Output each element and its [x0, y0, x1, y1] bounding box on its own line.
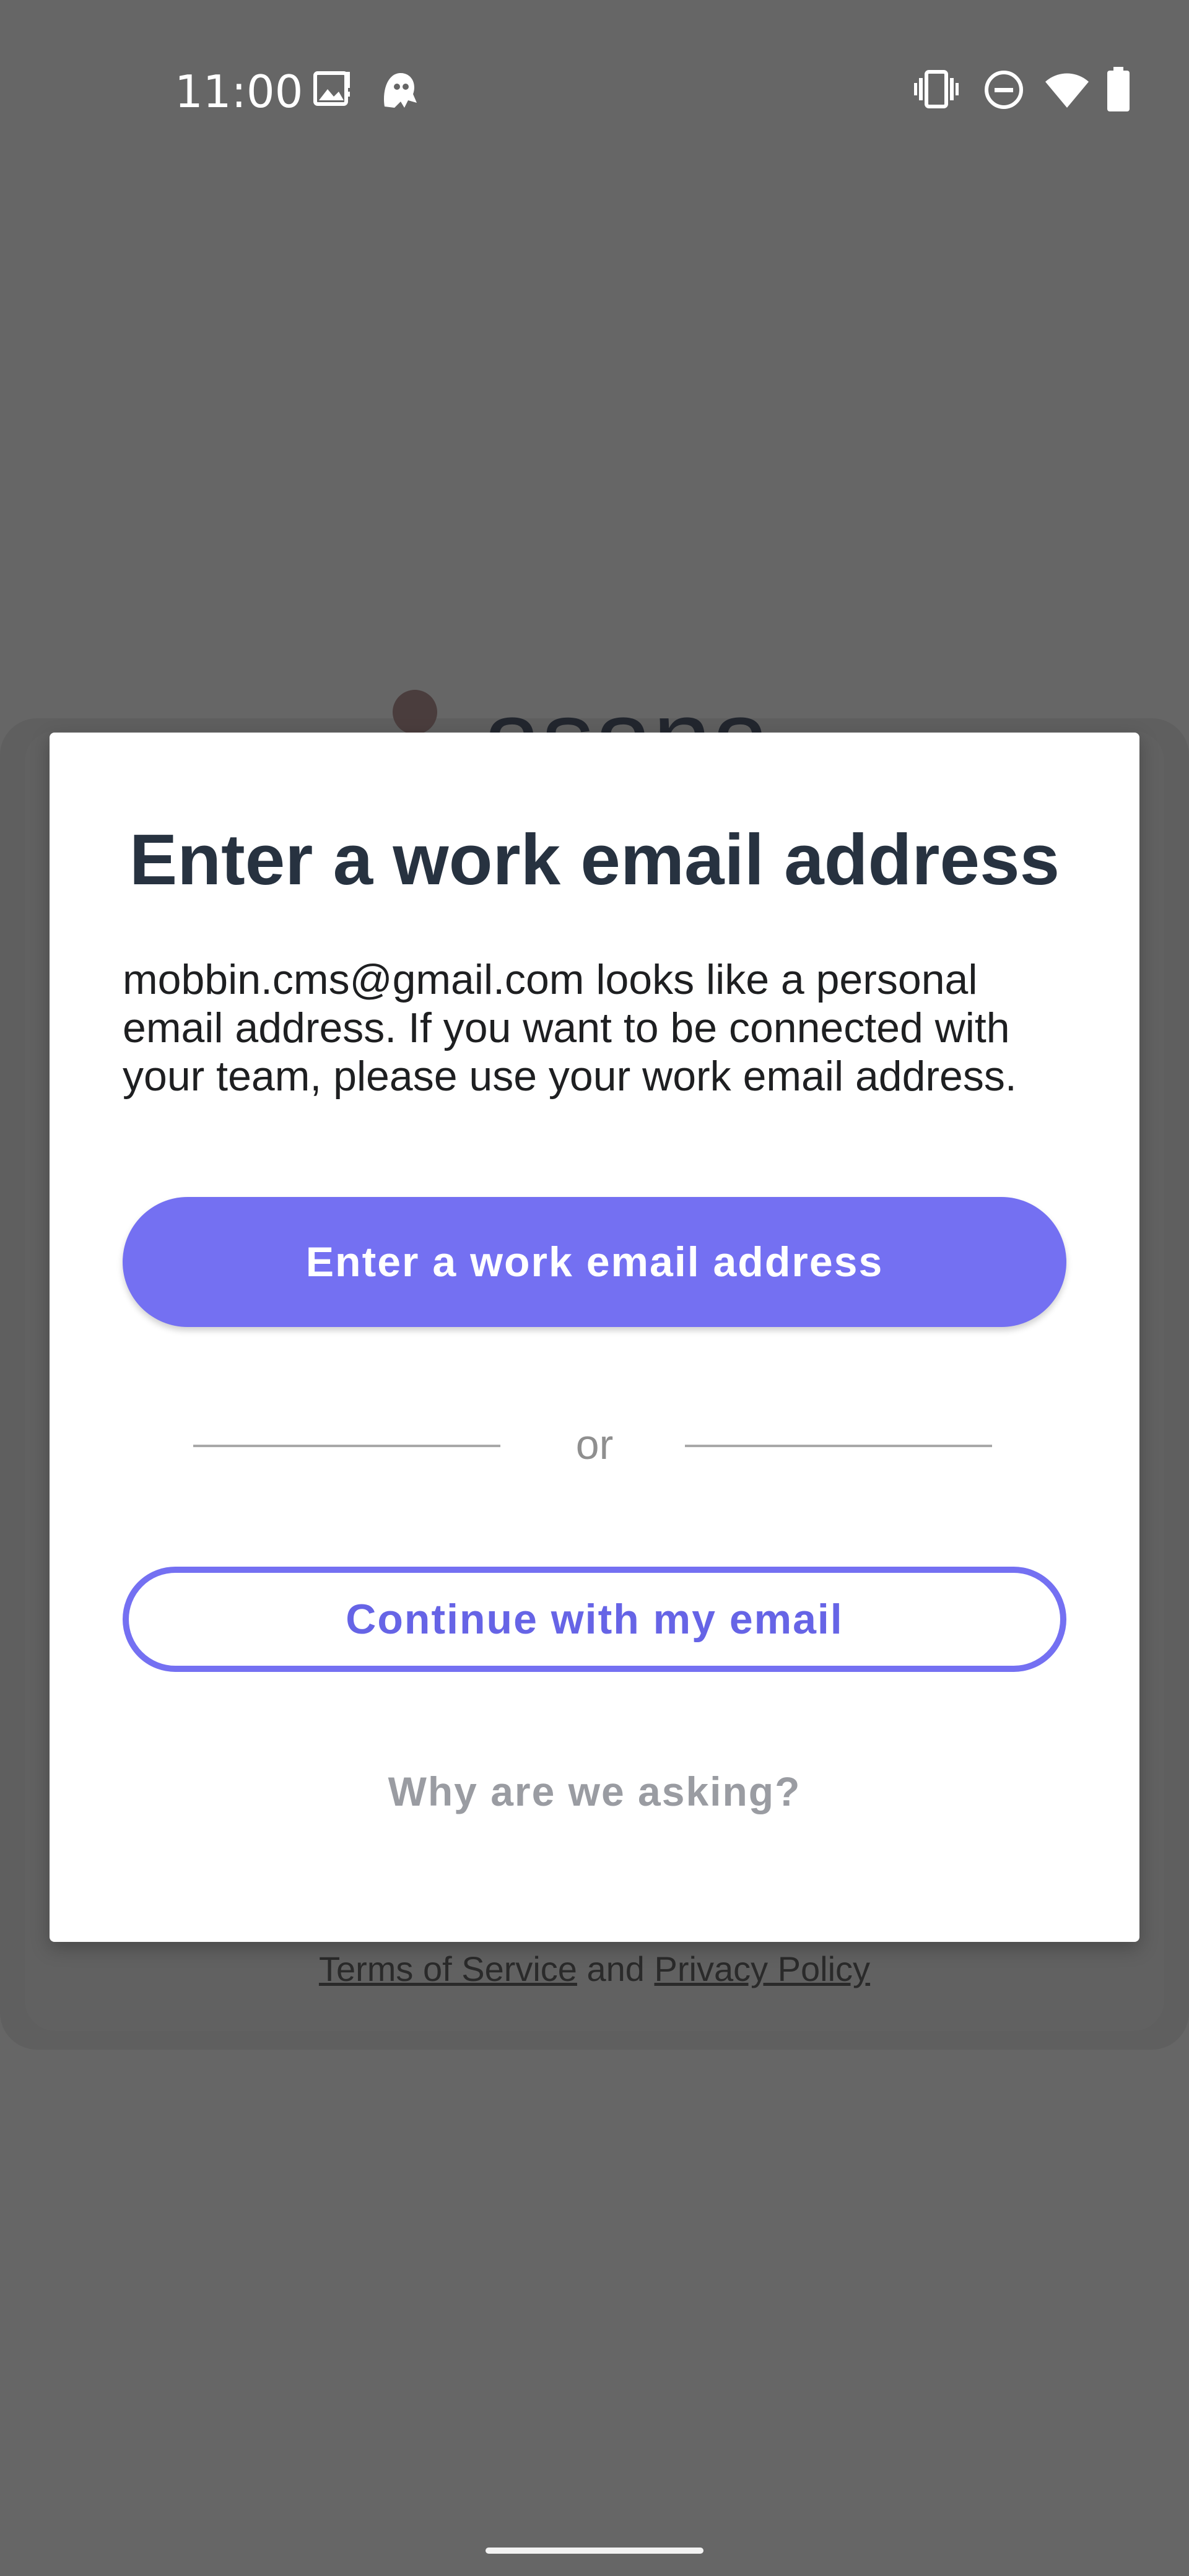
status-bar: 11:00: [0, 0, 1189, 186]
gesture-nav-handle[interactable]: [486, 2548, 703, 2554]
legal-and-text: and: [586, 1949, 645, 1988]
enter-work-email-button[interactable]: Enter a work email address: [123, 1197, 1066, 1327]
battery-icon: [1107, 67, 1130, 111]
legal-footer: Terms of Service and Privacy Policy: [0, 1944, 1189, 1994]
dialog-message: mobbin.cms@gmail.com looks like a person…: [123, 956, 1017, 1100]
continue-with-my-email-button[interactable]: Continue with my email: [123, 1567, 1066, 1672]
work-email-dialog: Enter a work email address mobbin.cms@gm…: [50, 733, 1139, 1942]
divider-right: [685, 1445, 992, 1447]
terms-of-service-link[interactable]: Terms of Service: [319, 1949, 577, 1988]
do-not-disturb-icon: [985, 71, 1023, 109]
ghost-notification-icon: [384, 73, 417, 108]
vibrate-icon: [914, 70, 959, 108]
status-time: 11:00: [175, 66, 303, 118]
privacy-policy-link[interactable]: Privacy Policy: [655, 1949, 871, 1988]
wifi-icon: [1045, 73, 1089, 108]
why-are-we-asking-link[interactable]: Why are we asking?: [50, 1767, 1139, 1816]
dialog-title: Enter a work email address: [129, 819, 1060, 900]
image-notification-icon: [313, 71, 350, 106]
